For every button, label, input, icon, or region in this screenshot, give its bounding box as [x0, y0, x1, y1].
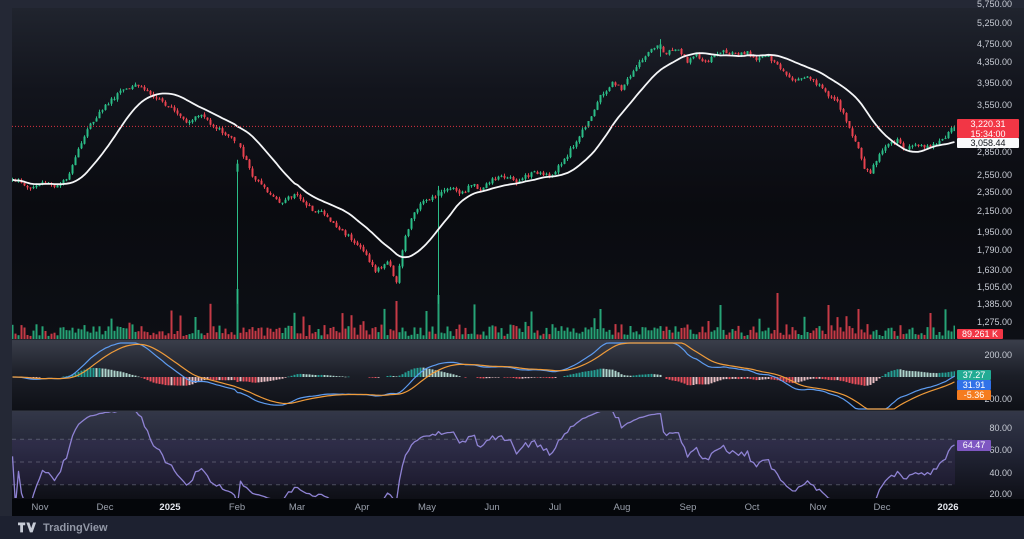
footer-bar: TradingView [0, 516, 1024, 539]
ma-value-badge: 3,058.44 [957, 138, 1019, 148]
trading-chart-window: 5,750.00 5,250.00 4,750.00 4,350.00 3,950.00… [0, 0, 1024, 539]
macd-line-badge: 31.91 [957, 380, 991, 390]
macd-signal-badge: -5.36 [957, 390, 991, 400]
rsi-value-badge: 64.47 [957, 440, 991, 451]
last-price-time: 15:34:00 [970, 128, 1006, 138]
tradingview-logo-icon[interactable] [18, 521, 37, 534]
last-price-badge: 3,220.31 15:34:00 [957, 119, 1019, 138]
last-price-value: 3,220.31 [970, 119, 1006, 129]
macd-histogram-badge: 37.27 [957, 370, 991, 380]
volume-value-badge: 89.261 K [957, 329, 1003, 339]
chart-canvas[interactable] [0, 0, 1024, 539]
tradingview-brand-text[interactable]: TradingView [43, 522, 108, 534]
